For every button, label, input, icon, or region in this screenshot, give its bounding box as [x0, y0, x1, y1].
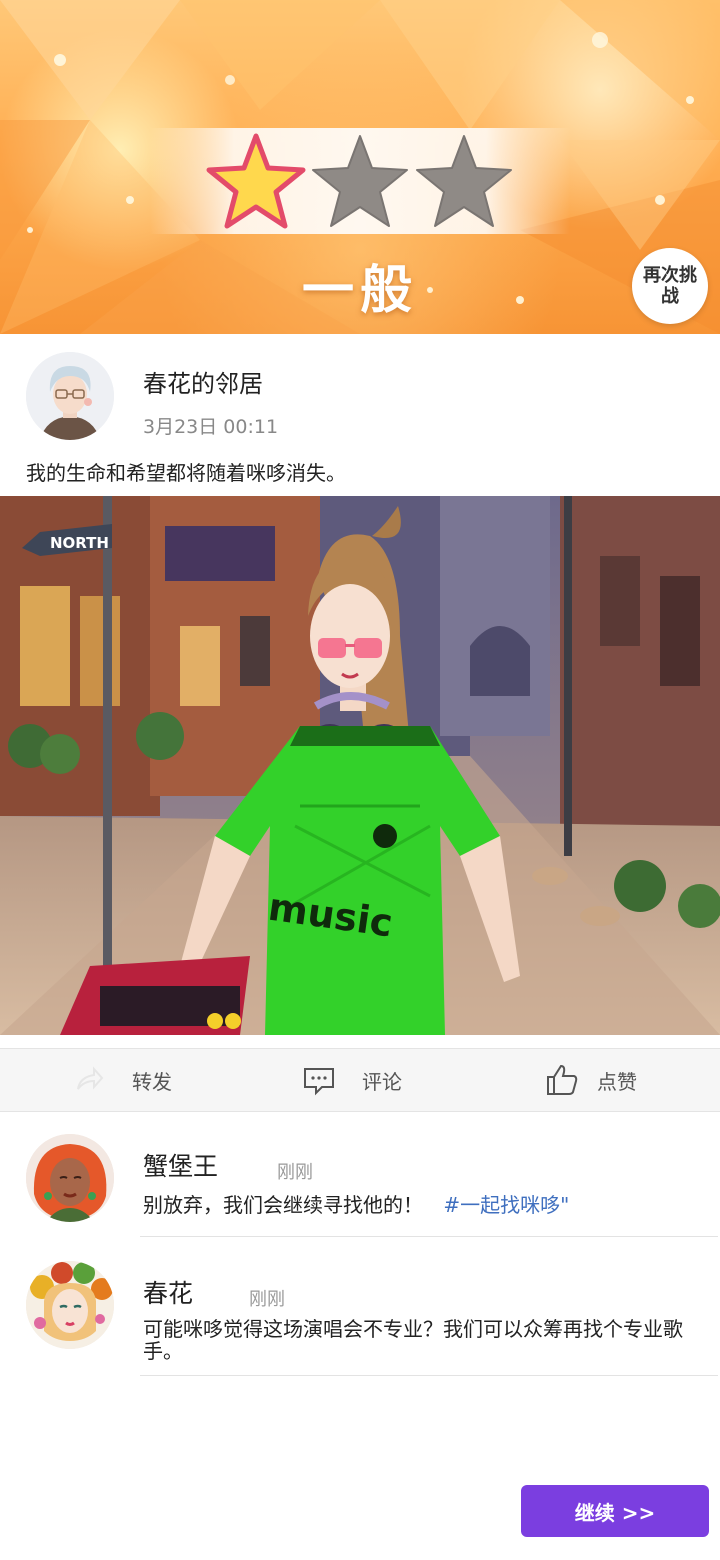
comment-avatar[interactable] [26, 1261, 114, 1349]
thumbs-up-icon [547, 1064, 578, 1095]
share-label: 转发 [132, 1069, 172, 1094]
comment-body: 可能咪哆觉得这场演唱会不专业？我们可以众筹再找个专业歌手。 [143, 1317, 683, 1363]
like-action[interactable]: 点赞 [545, 1049, 637, 1111]
post-image: NORTH music [0, 496, 720, 1035]
post-timestamp: 3月23日 00:11 [143, 416, 279, 438]
result-banner: 一般 再次挑战 [0, 0, 720, 334]
comment-hashtag[interactable]: #一起找咪哆" [443, 1193, 569, 1217]
comment-body: 别放弃，我们会继续寻找他的！ [143, 1193, 423, 1217]
comment-action[interactable]: 评论 [302, 1049, 402, 1111]
comment-text: 可能咪哆觉得这场演唱会不专业？我们可以众筹再找个专业歌手。 [143, 1318, 703, 1362]
star-filled-icon [206, 133, 306, 229]
comment-text: 别放弃，我们会继续寻找他的！ #一起找咪哆" [143, 1194, 703, 1216]
retry-button[interactable]: 再次挑战 [632, 248, 708, 324]
like-label: 点赞 [597, 1069, 637, 1094]
comment-divider [140, 1375, 718, 1376]
comment-divider [140, 1236, 718, 1237]
star-empty-icon [312, 135, 408, 227]
comment-icon [304, 1068, 334, 1096]
share-icon [77, 1066, 104, 1090]
post-text: 我的生命和希望都将随着咪哆消失。 [26, 461, 346, 485]
comment-author-name[interactable]: 蟹堡王 [143, 1147, 218, 1183]
rating-stars [205, 132, 515, 232]
post-author-avatar[interactable] [26, 352, 114, 440]
post-author-name[interactable]: 春花的邻居 [143, 364, 263, 399]
svg-text:NORTH: NORTH [50, 534, 109, 552]
rating-text: 一般 [301, 261, 418, 321]
star-empty-icon [416, 135, 512, 227]
comment-timestamp: 刚刚 [249, 1289, 285, 1310]
post-action-bar: 转发 评论 点赞 [0, 1048, 720, 1112]
comment-label: 评论 [362, 1069, 402, 1094]
comment-avatar[interactable] [26, 1134, 114, 1222]
share-action[interactable]: 转发 [72, 1049, 172, 1111]
comment-timestamp: 刚刚 [277, 1162, 313, 1183]
comment-author-name[interactable]: 春花 [143, 1274, 193, 1310]
continue-button[interactable]: 继续 >> [521, 1485, 709, 1537]
